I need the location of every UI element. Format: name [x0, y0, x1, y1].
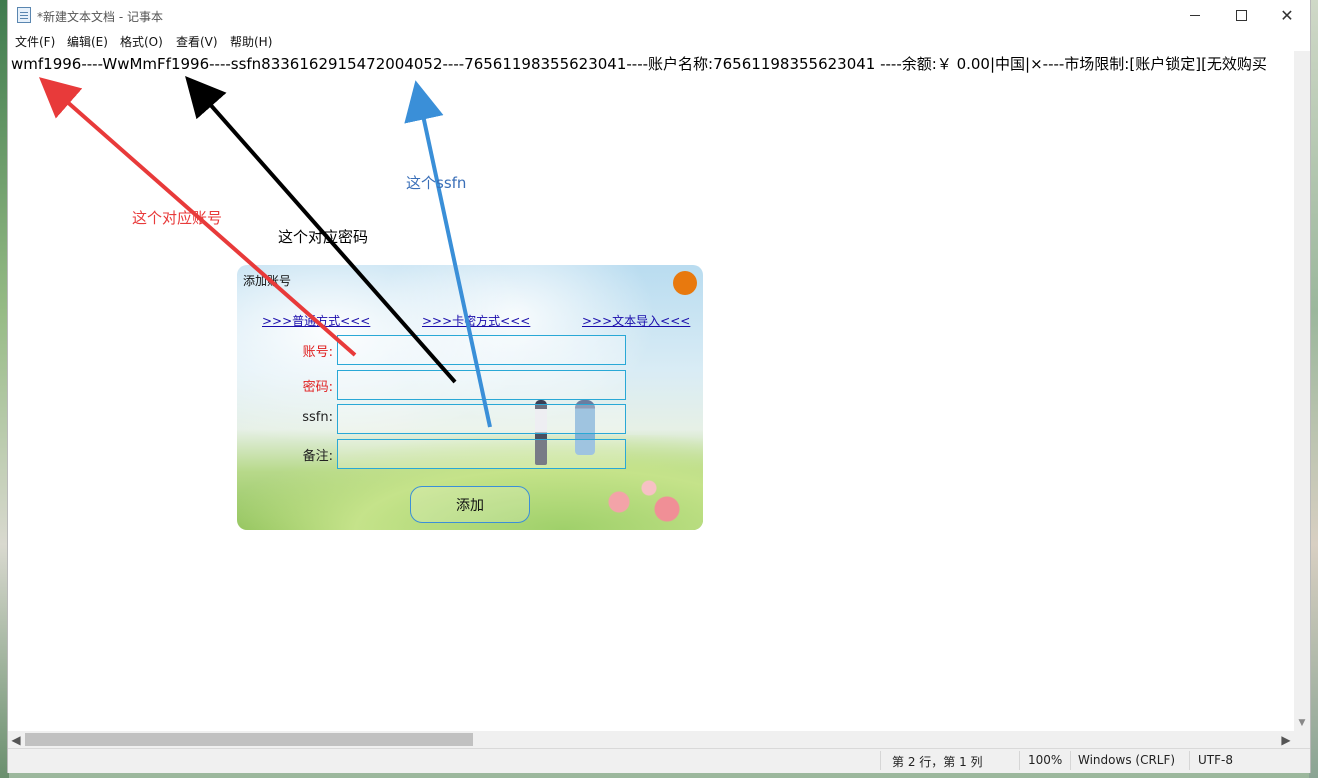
maximize-button[interactable] — [1218, 0, 1264, 31]
ssfn-label: ssfn: — [302, 410, 333, 425]
dialog-title: 添加账号 — [243, 274, 292, 288]
close-dot-icon[interactable] — [673, 271, 697, 295]
status-bar: 第 2 行，第 1 列 100% Windows (CRLF) UTF-8 — [8, 748, 1310, 773]
menu-file[interactable]: 文件(F) — [15, 33, 55, 50]
status-separator — [1070, 751, 1071, 770]
horizontal-scrollbar[interactable]: ◀ ▶ — [8, 731, 1294, 748]
ssfn-input[interactable] — [337, 404, 626, 434]
status-separator — [1019, 751, 1020, 770]
scroll-left-icon[interactable]: ◀ — [8, 731, 24, 748]
annotation-ssfn: 这个ssfn — [406, 174, 467, 192]
note-label: 备注: — [302, 449, 333, 464]
status-separator — [1189, 751, 1190, 770]
horizontal-scroll-thumb[interactable] — [25, 733, 473, 746]
add-account-dialog: 添加账号 >>>普通方式<<< >>>卡密方式<<< >>>文本导入<<< 账号… — [237, 265, 703, 530]
menu-edit[interactable]: 编辑(E) — [67, 33, 108, 50]
status-separator — [880, 751, 881, 770]
close-icon: ✕ — [1280, 5, 1294, 25]
menu-format[interactable]: 格式(O) — [120, 33, 163, 50]
title-bar[interactable]: *新建文本文档 - 记事本 ✕ — [8, 0, 1310, 31]
minimize-button[interactable] — [1172, 0, 1218, 31]
note-input[interactable] — [337, 439, 626, 469]
account-label: 账号: — [302, 345, 333, 360]
desktop-wallpaper-right — [1309, 0, 1318, 778]
vertical-scrollbar[interactable]: ▼ — [1294, 51, 1310, 731]
account-input[interactable] — [337, 335, 626, 365]
status-position: 第 2 行，第 1 列 — [892, 755, 983, 769]
annotation-password: 这个对应密码 — [278, 228, 369, 246]
password-input[interactable] — [337, 370, 626, 400]
annotation-account: 这个对应账号 — [132, 209, 223, 227]
dialog-background-flowers — [583, 460, 703, 530]
tab-text-import[interactable]: >>>文本导入<<< — [582, 312, 690, 329]
scroll-down-icon[interactable]: ▼ — [1294, 715, 1310, 731]
add-button[interactable]: 添加 — [410, 486, 530, 523]
status-zoom: 100% — [1028, 753, 1063, 767]
minimize-icon — [1190, 15, 1200, 16]
editor-line-1[interactable]: wmf1996----WwMmFf1996----ssfn83361629154… — [11, 53, 1267, 74]
tab-card-key-mode[interactable]: >>>卡密方式<<< — [422, 312, 530, 329]
menu-view[interactable]: 查看(V) — [176, 33, 218, 50]
tab-normal-mode[interactable]: >>>普通方式<<< — [262, 312, 370, 329]
menu-help[interactable]: 帮助(H) — [230, 33, 272, 50]
status-encoding: UTF-8 — [1198, 753, 1233, 767]
maximize-icon — [1235, 10, 1247, 21]
scrollbar-corner — [1294, 731, 1310, 748]
close-button[interactable]: ✕ — [1264, 0, 1310, 31]
scroll-right-icon[interactable]: ▶ — [1278, 731, 1294, 748]
window-title: *新建文本文档 - 记事本 — [37, 10, 163, 24]
password-label: 密码: — [302, 380, 333, 395]
status-line-ending: Windows (CRLF) — [1078, 753, 1176, 767]
notepad-icon — [17, 7, 31, 23]
menu-bar: 文件(F) 编辑(E) 格式(O) 查看(V) 帮助(H) — [8, 31, 1310, 51]
